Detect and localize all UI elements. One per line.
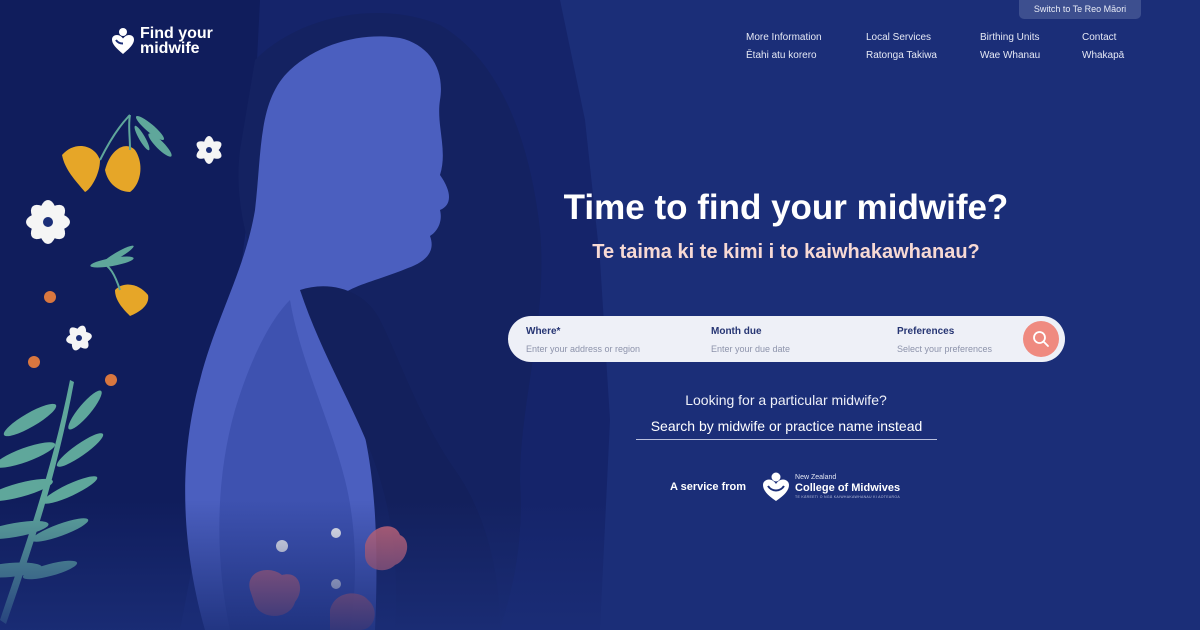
hero-illustration	[0, 0, 620, 630]
org-country: New Zealand	[795, 474, 837, 481]
nav-label-mi: Whakapā	[1082, 50, 1125, 61]
nav-label-mi: Wae Whanau	[980, 50, 1041, 61]
where-field[interactable]: Where* Enter your address or region	[526, 325, 640, 355]
heart-person-icon	[112, 28, 134, 54]
nav-label-mi: Ratonga Takiwa	[866, 50, 937, 61]
org-tagline: TE KĀREETI O NGĀ KAIWHAKAWHANAU KI AOTEA…	[795, 495, 900, 499]
month-due-label: Month due	[711, 326, 762, 337]
hero-subtitle: Te taima ki te kimi i to kaiwhakawhanau?	[592, 241, 980, 263]
logo-line-1: Find your	[140, 25, 213, 42]
particular-midwife-question: Looking for a particular midwife?	[685, 392, 887, 408]
college-of-midwives-logo[interactable]: New Zealand College of Midwives TE KĀREE…	[762, 472, 900, 502]
nav-birthing-units[interactable]: Birthing Units Wae Whanau	[980, 29, 1040, 65]
nav-label-en: Local Services	[866, 32, 932, 43]
preferences-placeholder: Select your preferences	[897, 344, 993, 354]
org-name: College of Midwives	[795, 482, 901, 494]
nav-label-en: Birthing Units	[980, 32, 1040, 43]
month-due-placeholder: Enter your due date	[711, 344, 791, 354]
nav-contact[interactable]: Contact Whakapā	[1082, 29, 1124, 65]
nav-label-en: More Information	[746, 32, 822, 43]
preferences-label: Preferences	[897, 326, 955, 337]
nav-more-information[interactable]: More Information Ētahi atu korero	[746, 29, 822, 65]
search-icon	[1033, 331, 1049, 347]
service-credit: A service from New Zealand College of Mi…	[670, 472, 900, 502]
where-placeholder: Enter your address or region	[526, 344, 641, 354]
month-due-field[interactable]: Month due Enter your due date	[711, 325, 790, 355]
nav-label-mi: Ētahi atu korero	[746, 50, 817, 61]
search-bar: Where* Enter your address or region Mont…	[508, 316, 1065, 362]
search-button[interactable]	[1023, 321, 1059, 357]
search-by-name-link[interactable]: Search by midwife or practice name inste…	[636, 418, 937, 440]
logo-line-2: midwife	[140, 40, 200, 57]
site-logo[interactable]: Find your midwife	[111, 25, 213, 57]
nav-local-services[interactable]: Local Services Ratonga Takiwa	[866, 29, 937, 65]
language-toggle-button[interactable]: Switch to Te Reo Māori	[1019, 0, 1141, 19]
preferences-field[interactable]: Preferences Select your preferences	[897, 325, 992, 355]
service-label: A service from	[670, 481, 747, 493]
college-of-midwives-icon	[763, 472, 790, 501]
hero-title: Time to find your midwife?	[563, 188, 1009, 227]
where-label: Where*	[526, 326, 561, 337]
nav-label-en: Contact	[1082, 32, 1117, 43]
